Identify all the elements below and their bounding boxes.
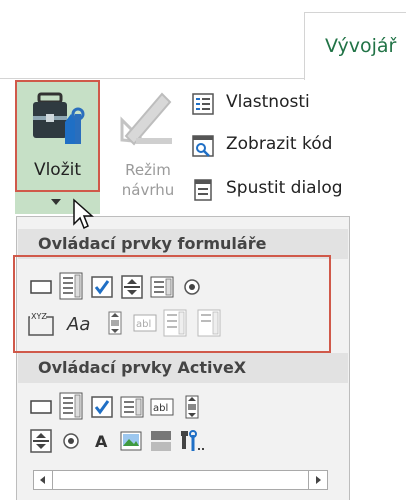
toggle-button-icon[interactable] (149, 429, 173, 453)
toolbox-icon (33, 92, 85, 144)
image-icon[interactable] (119, 429, 143, 453)
tab-developer[interactable]: Vývojář (304, 12, 406, 80)
mouse-cursor-icon (73, 198, 94, 230)
view-code-button[interactable]: Zobrazit kód (190, 130, 400, 162)
design-mode-label-line2: návrhu (121, 181, 175, 199)
activex-controls-header: Ovládací prvky ActiveX (18, 353, 348, 383)
arrow-left-icon (40, 476, 45, 484)
view-code-label: Zobrazit kód (226, 134, 333, 154)
ribbon-divider (0, 78, 304, 79)
svg-text:A: A (95, 432, 108, 451)
form-controls-highlight (13, 255, 331, 353)
view-code-icon (192, 135, 214, 157)
scroll-bar-icon[interactable] (180, 395, 204, 419)
horizontal-scrollbar[interactable] (33, 470, 328, 490)
properties-icon (192, 93, 214, 115)
run-dialog-label: Spustit dialog (226, 178, 343, 198)
design-mode-label-line1: Režim (125, 161, 171, 179)
tab-developer-label: Vývojář (325, 35, 397, 57)
activex-controls-header-label: Ovládací prvky ActiveX (38, 358, 247, 377)
design-mode-button[interactable]: Režim návrhu (110, 82, 190, 212)
design-mode-label: Režim návrhu (110, 160, 186, 200)
more-controls-icon[interactable] (179, 429, 207, 453)
properties-label: Vlastnosti (226, 92, 310, 112)
form-controls-header-label: Ovládací prvky formuláře (38, 234, 267, 253)
insert-button[interactable]: Vložit (15, 80, 100, 192)
scroll-right-button[interactable] (308, 471, 327, 489)
chevron-down-icon (51, 199, 61, 205)
run-dialog-icon (194, 179, 212, 201)
list-box-icon[interactable] (120, 395, 144, 419)
option-button-icon[interactable] (59, 429, 83, 453)
checkbox-icon[interactable] (90, 395, 114, 419)
design-mode-icon (120, 92, 172, 146)
run-dialog-button[interactable]: Spustit dialog (190, 174, 400, 206)
command-button-icon[interactable] (29, 395, 53, 419)
insert-label: Vložit (33, 160, 82, 180)
arrow-right-icon (316, 476, 321, 484)
svg-text:abl: abl (153, 403, 168, 414)
properties-button[interactable]: Vlastnosti (190, 88, 400, 120)
spin-button-icon[interactable] (29, 429, 53, 453)
text-box-icon[interactable]: abl (150, 395, 174, 419)
label-icon[interactable]: A (89, 429, 113, 453)
combo-box-icon[interactable] (59, 392, 83, 420)
scroll-left-button[interactable] (34, 471, 53, 489)
